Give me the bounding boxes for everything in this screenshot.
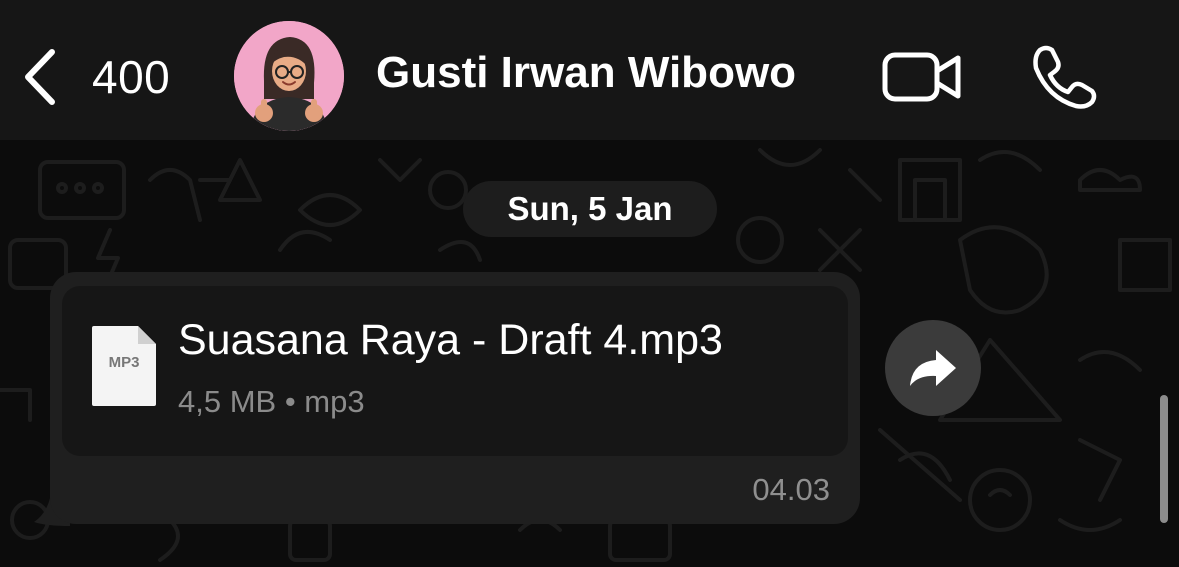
chevron-left-icon: [25, 49, 55, 105]
back-button[interactable]: 400: [18, 42, 170, 112]
chat-header: 400 Gusti Irwan Wibowo: [0, 0, 1179, 140]
voice-call-button[interactable]: [1028, 40, 1100, 112]
avatar-illustration: [234, 21, 344, 131]
contact-avatar[interactable]: [234, 21, 344, 131]
phone-icon: [1033, 45, 1097, 109]
file-meta: 4,5 MB • mp3: [178, 384, 365, 419]
unread-count: 400: [92, 51, 171, 103]
file-attachment[interactable]: MP3 Suasana Raya - Draft 4.mp3 4,5 MB • …: [62, 286, 848, 456]
date-separator: Sun, 5 Jan: [463, 181, 717, 237]
scrollbar[interactable]: [1160, 395, 1168, 523]
video-camera-icon: [882, 52, 961, 102]
file-name: Suasana Raya - Draft 4.mp3: [178, 316, 723, 364]
date-separator-label: Sun, 5 Jan: [507, 190, 673, 227]
contact-name[interactable]: Gusti Irwan Wibowo: [376, 48, 796, 98]
message-time: 04.03: [752, 472, 830, 507]
forward-arrow-icon: [910, 350, 956, 386]
forward-button[interactable]: [885, 320, 981, 416]
chat-area: Sun, 5 Jan MP3 Suasana Raya - Draft 4.mp…: [0, 140, 1179, 567]
video-call-button[interactable]: [880, 45, 964, 109]
file-type-label: MP3: [108, 354, 140, 371]
